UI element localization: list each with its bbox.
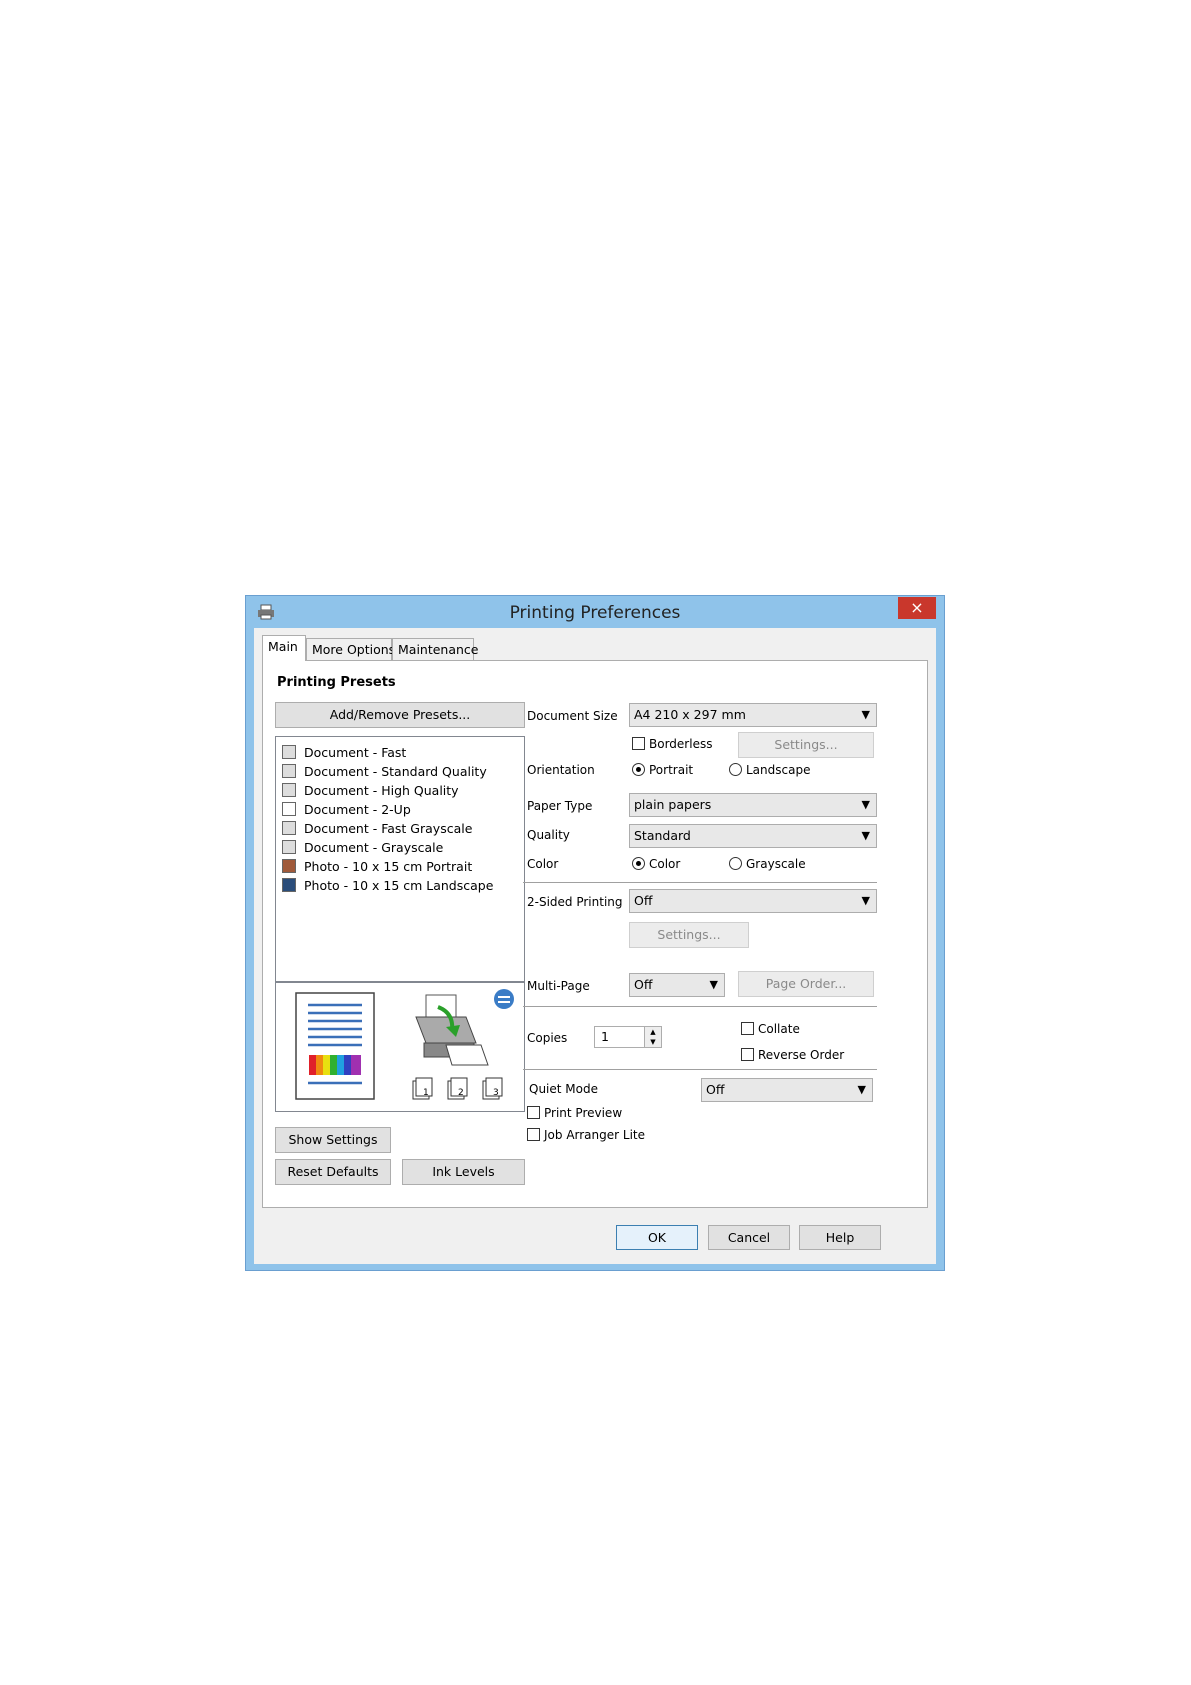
orientation-label: Orientation — [527, 763, 595, 777]
borderless-checkbox[interactable]: Borderless — [632, 737, 712, 751]
quality-label: Quality — [527, 828, 570, 842]
landscape-radio[interactable]: Landscape — [729, 763, 810, 777]
paper-type-label: Paper Type — [527, 799, 593, 813]
tab-main[interactable]: Main — [262, 635, 306, 661]
reverse-order-checkbox[interactable]: Reverse Order — [741, 1048, 844, 1062]
preview-illustration — [295, 989, 514, 1100]
show-settings-button[interactable]: Show Settings — [275, 1127, 391, 1153]
job-arranger-checkbox[interactable]: Job Arranger Lite — [527, 1128, 645, 1142]
chevron-down-icon: ▼ — [857, 1083, 866, 1096]
presets-heading: Printing Presets — [277, 675, 396, 690]
two-sided-select[interactable]: Off ▼ — [629, 889, 877, 913]
document-size-select[interactable]: A4 210 x 297 mm ▼ — [629, 703, 877, 727]
list-item[interactable]: Document - Standard Quality — [282, 764, 487, 782]
grayscale-radio[interactable]: Grayscale — [729, 857, 806, 871]
checkbox-box — [741, 1048, 754, 1061]
dialog-client-area: Main More Options Maintenance Printing P… — [254, 628, 936, 1264]
chevron-down-icon: ▼ — [861, 798, 870, 811]
page-number-3: 3 — [493, 1088, 499, 1098]
portrait-radio[interactable]: Portrait — [632, 763, 693, 777]
two-sided-label: 2-Sided Printing — [527, 895, 623, 909]
color-label: Color — [527, 857, 559, 871]
divider — [523, 882, 877, 883]
photo-icon — [282, 859, 296, 873]
two-up-icon — [282, 802, 296, 816]
close-button[interactable]: × — [898, 597, 936, 619]
quiet-mode-label: Quiet Mode — [529, 1082, 598, 1096]
document-icon — [282, 764, 296, 778]
photo-landscape-icon — [282, 878, 296, 892]
spin-arrows-icon[interactable]: ▲ ▼ — [644, 1027, 661, 1047]
checkbox-box — [527, 1106, 540, 1119]
reset-defaults-button[interactable]: Reset Defaults — [275, 1159, 391, 1185]
document-icon — [282, 783, 296, 797]
borderless-settings-button[interactable]: Settings... — [738, 732, 874, 758]
radio-circle — [632, 857, 645, 870]
multipage-label: Multi-Page — [527, 979, 590, 993]
chevron-down-icon: ▼ — [709, 978, 718, 991]
document-icon — [282, 840, 296, 854]
divider — [523, 1069, 877, 1070]
paper-type-select[interactable]: plain papers ▼ — [629, 793, 877, 817]
divider — [523, 1006, 877, 1007]
multipage-select[interactable]: Off ▼ — [629, 973, 725, 997]
chevron-down-icon: ▼ — [861, 708, 870, 721]
collate-checkbox[interactable]: Collate — [741, 1022, 800, 1036]
main-tab-panel: Printing Presets Add/Remove Presets... D… — [262, 660, 928, 1208]
page-order-button[interactable]: Page Order... — [738, 971, 874, 997]
checkbox-box — [741, 1022, 754, 1035]
tab-maintenance[interactable]: Maintenance — [392, 638, 479, 660]
settings-preview: 1 2 3 — [275, 982, 525, 1112]
page-number-1: 1 — [423, 1088, 429, 1098]
two-sided-settings-button[interactable]: Settings... — [629, 922, 749, 948]
ink-levels-button[interactable]: Ink Levels — [402, 1159, 525, 1185]
radio-circle — [729, 763, 742, 776]
list-item[interactable]: Photo - 10 x 15 cm Landscape — [282, 878, 493, 896]
chevron-down-icon: ▼ — [861, 829, 870, 842]
radio-circle — [729, 857, 742, 870]
ok-button[interactable]: OK — [616, 1225, 698, 1250]
chevron-down-icon: ▼ — [861, 894, 870, 907]
add-remove-presets-button[interactable]: Add/Remove Presets... — [275, 702, 525, 728]
document-size-label: Document Size — [527, 709, 618, 723]
list-item[interactable]: Document - High Quality — [282, 783, 459, 801]
document-icon — [282, 745, 296, 759]
quiet-mode-select[interactable]: Off ▼ — [701, 1078, 873, 1102]
presets-list[interactable]: Document - Fast Document - Standard Qual… — [275, 736, 525, 982]
list-item[interactable]: Document - Fast Grayscale — [282, 821, 472, 839]
title-bar: Printing Preferences × — [246, 596, 944, 628]
checkbox-box — [527, 1128, 540, 1141]
list-item[interactable]: Document - Grayscale — [282, 840, 443, 858]
list-item[interactable]: Document - 2-Up — [282, 802, 411, 820]
radio-circle — [632, 763, 645, 776]
help-button[interactable]: Help — [799, 1225, 881, 1250]
document-icon — [282, 821, 296, 835]
page-number-2: 2 — [458, 1088, 464, 1098]
window-title: Printing Preferences — [509, 603, 681, 623]
list-item[interactable]: Photo - 10 x 15 cm Portrait — [282, 859, 472, 877]
copies-stepper[interactable]: 1 ▲ ▼ — [594, 1026, 662, 1048]
quality-select[interactable]: Standard ▼ — [629, 824, 877, 848]
print-preview-checkbox[interactable]: Print Preview — [527, 1106, 622, 1120]
cancel-button[interactable]: Cancel — [708, 1225, 790, 1250]
copies-label: Copies — [527, 1031, 568, 1045]
color-radio[interactable]: Color — [632, 857, 680, 871]
list-item[interactable]: Document - Fast — [282, 745, 406, 763]
printing-preferences-window: Printing Preferences × Main More Options… — [245, 595, 945, 1271]
checkbox-box — [632, 737, 645, 750]
tab-more-options[interactable]: More Options — [306, 638, 395, 660]
